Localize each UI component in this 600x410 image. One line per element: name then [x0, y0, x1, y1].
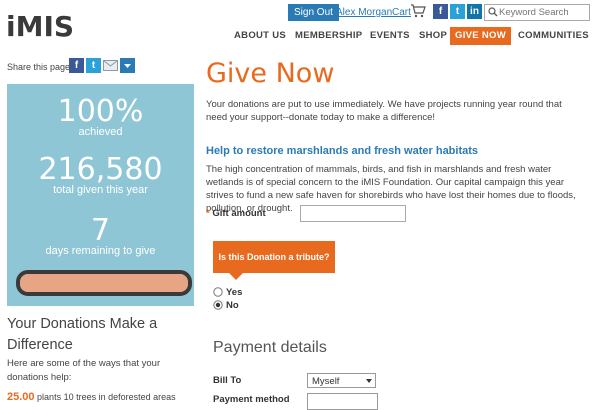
donation-example-amount: 25.00: [7, 391, 35, 403]
stat-total-label: total given this year: [53, 184, 148, 196]
bill-to-select[interactable]: Myself: [307, 373, 376, 388]
chevron-down-icon: [366, 379, 372, 383]
bill-to-selected-value: Myself: [312, 376, 340, 387]
tribute-yes-radio[interactable]: [213, 287, 223, 297]
donation-example-row: 25.00 plants 10 trees in deforested area…: [7, 391, 176, 403]
imis-logo[interactable]: iMIS: [6, 8, 86, 48]
nav-give-now[interactable]: GIVE NOW: [450, 27, 511, 45]
donation-stats-panel: 100% achieved 216,580 total given this y…: [7, 84, 194, 306]
stat-percent-value: 100%: [57, 94, 144, 129]
nav-shop[interactable]: SHOP: [419, 27, 447, 45]
donations-heading: Your Donations Make a Difference: [7, 316, 158, 353]
facebook-icon[interactable]: f: [433, 4, 448, 19]
bill-to-label: Bill To: [213, 375, 242, 386]
nav-communities[interactable]: COMMUNITIES: [518, 27, 589, 45]
search-icon: [488, 7, 498, 17]
gift-amount-label-text: Gift amount: [212, 208, 266, 219]
donation-progress-bar: [16, 270, 192, 296]
stat-percent-label: achieved: [78, 126, 123, 138]
cart-icon[interactable]: [410, 4, 426, 18]
stat-days-label: days remaining to give: [45, 245, 156, 257]
tribute-callout-arrow: [229, 273, 243, 280]
nav-about-us[interactable]: ABOUT US: [234, 27, 286, 45]
linkedin-icon[interactable]: in: [467, 4, 482, 19]
logo-text: iMIS: [6, 10, 74, 43]
stat-days-value: 7: [90, 213, 111, 248]
payment-method-select[interactable]: [307, 393, 378, 410]
section-heading: Help to restore marshlands and fresh wat…: [206, 145, 479, 157]
tribute-no-label[interactable]: No: [226, 300, 239, 311]
nav-events[interactable]: EVENTS: [370, 27, 410, 45]
tribute-yes-label[interactable]: Yes: [226, 287, 242, 298]
share-more-icon[interactable]: [120, 58, 135, 73]
gift-amount-input[interactable]: [300, 205, 406, 222]
page-title: Give Now: [206, 58, 335, 89]
donation-progress-fill: [20, 274, 188, 292]
search-box[interactable]: [484, 4, 590, 21]
cart-link[interactable]: Cart: [392, 7, 411, 18]
payment-details-heading: Payment details: [213, 339, 327, 356]
required-marker: *: [206, 208, 210, 219]
nav-membership[interactable]: MEMBERSHIP: [295, 27, 362, 45]
share-facebook-icon[interactable]: f: [69, 58, 84, 73]
sign-out-button[interactable]: Sign Out: [288, 4, 339, 21]
tribute-no-radio[interactable]: [213, 300, 223, 310]
user-name-link[interactable]: Alex Morgan: [336, 7, 392, 18]
tribute-question-callout: Is this Donation a tribute?: [213, 241, 335, 273]
twitter-icon[interactable]: t: [450, 4, 465, 19]
donations-text: Here are some of the ways that your dona…: [7, 358, 161, 383]
gift-amount-label: * Gift amount: [206, 208, 266, 219]
stat-total-value: 216,580: [38, 152, 163, 187]
share-twitter-icon[interactable]: t: [86, 58, 101, 73]
intro-text: Your donations are put to use immediatel…: [206, 99, 562, 123]
donation-example-text: plants 10 trees in deforested areas: [37, 392, 176, 402]
search-input[interactable]: [499, 5, 587, 20]
share-email-icon[interactable]: [103, 58, 118, 73]
share-label: Share this page: [7, 62, 71, 72]
